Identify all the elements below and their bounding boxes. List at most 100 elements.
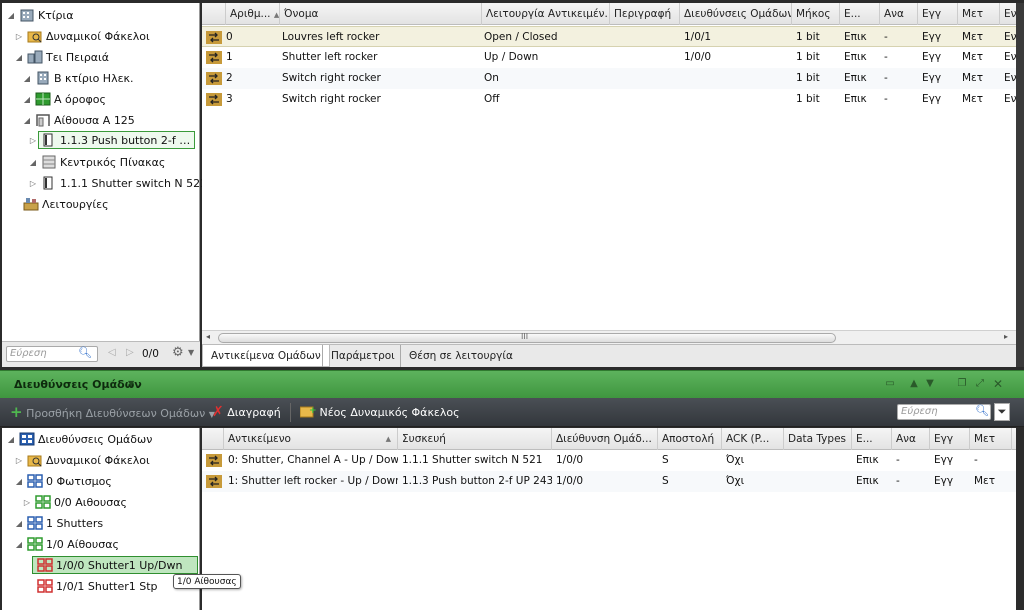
gear-icon[interactable]: ⚙ bbox=[172, 345, 184, 360]
expand-arrow-icon[interactable]: ▷ bbox=[22, 498, 32, 507]
collapse-arrow-icon[interactable]: ◢ bbox=[22, 116, 32, 125]
tree-item-central-panel[interactable]: ◢ Κεντρικός Πίνακας bbox=[28, 152, 165, 172]
scrollbar-thumb[interactable]: III bbox=[218, 332, 836, 343]
close-icon[interactable]: ✕ bbox=[992, 378, 1004, 390]
delete-x-icon: ✗ bbox=[212, 404, 224, 420]
tree-item-dynamic-folders[interactable]: ▷ Δυναμικοί Φάκελοι bbox=[14, 26, 150, 46]
column-header-w[interactable]: Εγγ bbox=[930, 428, 970, 450]
column-header-object[interactable]: Αντικείμενο ▲ bbox=[224, 428, 398, 450]
tree-item-label: Δυναμικοί Φάκελοι bbox=[46, 453, 150, 467]
search-icon[interactable]: 🔍︎ bbox=[78, 346, 92, 359]
expand-arrow-icon[interactable]: ▷ bbox=[14, 456, 24, 465]
collapse-arrow-icon[interactable]: ◢ bbox=[14, 53, 24, 62]
tree-item-floor-a[interactable]: ◢ Α όροφος bbox=[22, 89, 106, 109]
column-header-ack[interactable]: ACK (P... bbox=[722, 428, 784, 450]
column-header-length[interactable]: Μήκος bbox=[792, 3, 840, 25]
column-header-c[interactable]: Ε... bbox=[840, 3, 880, 25]
column-header-u[interactable]: Ενη bbox=[1000, 3, 1016, 25]
column-header-w[interactable]: Εγγ bbox=[918, 3, 958, 25]
chevron-down-icon[interactable]: ▼ bbox=[188, 348, 194, 357]
dynamic-folder-icon bbox=[27, 29, 43, 43]
window-float-icon[interactable]: ▭ bbox=[884, 378, 896, 390]
restore-icon[interactable]: ❐ bbox=[956, 378, 968, 390]
tab-parameters[interactable]: Παράμετροι bbox=[322, 345, 403, 367]
tree-item-label: Αίθουσα Α 125 bbox=[54, 113, 135, 127]
tree-item-tei-piraeus[interactable]: ◢ Τει Πειραιά bbox=[14, 47, 109, 67]
collapse-arrow-icon[interactable]: ◢ bbox=[28, 158, 38, 167]
delete-button[interactable]: ✗ Διαγραφή bbox=[212, 398, 281, 427]
collapse-arrow-icon[interactable]: ◢ bbox=[6, 435, 16, 444]
buildings-tree[interactable]: ◢ Κτίρια ▷ Δυναμικοί Φάκελοι ◢ Τει Πειρα… bbox=[2, 3, 207, 367]
column-header-t[interactable]: Μετ bbox=[958, 3, 1000, 25]
horizontal-scrollbar[interactable]: ◂ III ▸ bbox=[202, 330, 1016, 344]
tree-item-buildings[interactable]: ◢ Κτίρια bbox=[6, 5, 74, 25]
tree-item-main-group-shutters[interactable]: ◢ 1 Shutters bbox=[14, 513, 103, 533]
tree-item-middle-group-0-0[interactable]: ▷ 0/0 Αιθουσας bbox=[22, 492, 127, 512]
column-header-object-function[interactable]: Λειτουργία Αντικειμέν... bbox=[482, 3, 610, 25]
group-addresses-tree[interactable]: ◢ Διευθύνσεις Ομάδων ▷ Δυναμικοί Φάκελοι… bbox=[2, 428, 200, 610]
tree-item-middle-group-1-0[interactable]: ◢ 1/0 Αίθουσας bbox=[14, 534, 119, 554]
column-header-number[interactable]: Αριθμ... ▲ bbox=[226, 3, 280, 25]
previous-icon[interactable]: ◁ bbox=[108, 347, 116, 358]
tree-item-room-a125[interactable]: ◢ Αίθουσα Α 125 bbox=[22, 110, 135, 130]
collapse-arrow-icon[interactable]: ◢ bbox=[14, 540, 24, 549]
collapse-arrow-icon[interactable]: ◢ bbox=[6, 11, 16, 20]
cell-flag-t: Μετ bbox=[962, 31, 984, 43]
column-header-group-addresses[interactable]: Διευθύνσεις Ομάδων bbox=[680, 3, 792, 25]
tree-item-group-addresses[interactable]: ◢ Διευθύνσεις Ομάδων bbox=[6, 429, 152, 449]
panel-title[interactable]: Διευθύνσεις Ομάδων bbox=[14, 378, 142, 391]
new-dynamic-folder-button[interactable]: + Νέος Δυναμικός Φάκελος bbox=[299, 398, 460, 427]
table-row[interactable]: 1 Shutter left rocker Up / Down 1/0/0 1 … bbox=[202, 47, 1016, 68]
chevron-down-icon[interactable]: ▼ bbox=[128, 379, 134, 388]
table-row[interactable]: 1: Shutter left rocker - Up / Down 1.1.3… bbox=[202, 471, 1016, 492]
column-header-name[interactable]: Όνομα bbox=[280, 3, 482, 25]
tree-item-push-button-device[interactable]: ▷ 1.1.3 Push button 2-f UP 2... bbox=[28, 130, 195, 150]
scroll-right-icon[interactable]: ▸ bbox=[1004, 332, 1008, 341]
selected-tree-item[interactable]: 1/0/0 Shutter1 Up/Dwn bbox=[32, 556, 198, 574]
tab-commissioning[interactable]: Θέση σε λειτουργία bbox=[400, 345, 521, 367]
expand-arrow-icon[interactable]: ▷ bbox=[28, 136, 38, 145]
selected-tree-item[interactable]: 1.1.3 Push button 2-f UP 2... bbox=[38, 131, 195, 149]
collapse-arrow-icon[interactable]: ◢ bbox=[22, 74, 32, 83]
column-header-t[interactable]: Μετ bbox=[970, 428, 1012, 450]
collapse-arrow-icon[interactable]: ◢ bbox=[14, 477, 24, 486]
collapse-arrow-icon[interactable]: ◢ bbox=[14, 519, 24, 528]
column-header-description[interactable]: Περιγραφή bbox=[610, 3, 680, 25]
tree-item-label: Λειτουργίες bbox=[42, 197, 109, 211]
scroll-left-icon[interactable]: ◂ bbox=[206, 332, 210, 341]
cell-flag-c: Επικ bbox=[844, 51, 867, 63]
expand-arrow-icon[interactable]: ▷ bbox=[28, 179, 38, 188]
tree-item-shutter-switch-device[interactable]: ▷ 1.1.1 Shutter switch N 521 bbox=[28, 173, 207, 193]
column-header-r[interactable]: Ανα bbox=[892, 428, 930, 450]
table-row[interactable]: 3 Switch right rocker Off 1 bit Επικ - Ε… bbox=[202, 89, 1016, 110]
grid-header: Αριθμ... ▲ Όνομα Λειτουργία Αντικειμέν..… bbox=[202, 3, 1016, 25]
collapse-arrow-icon[interactable]: ◢ bbox=[22, 95, 32, 104]
column-header-group-address[interactable]: Διεύθυνση Ομάδ... bbox=[552, 428, 658, 450]
column-header-device[interactable]: Συσκευή bbox=[398, 428, 552, 450]
table-row[interactable]: 0: Shutter, Channel A - Up / Down 1.1.1 … bbox=[202, 450, 1016, 471]
tree-item-group-address-1-0-0[interactable]: 1/0/0 Shutter1 Up/Dwn bbox=[32, 555, 198, 575]
move-down-icon[interactable]: ▼ bbox=[924, 378, 936, 390]
column-header-data-types[interactable]: Data Types bbox=[784, 428, 852, 450]
tree-item-main-group-lighting[interactable]: ◢ 0 Φωτισμος bbox=[14, 471, 112, 491]
expand-arrow-icon[interactable]: ▷ bbox=[14, 32, 24, 41]
table-row[interactable]: 2 Switch right rocker On 1 bit Επικ - Εγ… bbox=[202, 68, 1016, 89]
tree-item-functions[interactable]: Λειτουργίες bbox=[20, 194, 109, 214]
tab-group-objects[interactable]: Αντικείμενα Ομάδων bbox=[202, 345, 330, 367]
tree-item-label: 0 Φωτισμος bbox=[46, 474, 112, 488]
next-icon[interactable]: ▷ bbox=[126, 347, 134, 358]
building-icon bbox=[19, 8, 35, 22]
tree-item-group-address-1-0-1[interactable]: 1/0/1 Shutter1 Stp bbox=[32, 576, 158, 596]
maximize-icon[interactable]: ⤢ bbox=[974, 378, 986, 390]
add-group-address-button[interactable]: + Προσθήκη Διευθύνσεων Ομάδων ▼ bbox=[10, 398, 215, 427]
filter-icon[interactable]: ⏷ bbox=[994, 403, 1010, 421]
tree-item-dynamic-folders[interactable]: ▷ Δυναμικοί Φάκελοι bbox=[14, 450, 150, 470]
table-row[interactable]: 0 Louvres left rocker Open / Closed 1/0/… bbox=[202, 26, 1016, 47]
tree-item-building-b[interactable]: ◢ Β κτίριο Ηλεκ. bbox=[22, 68, 134, 88]
search-icon[interactable]: 🔍︎ bbox=[975, 404, 989, 417]
move-up-icon[interactable]: ▲ bbox=[908, 378, 920, 390]
column-header-send[interactable]: Αποστολή bbox=[658, 428, 722, 450]
cell-flag-r: - bbox=[896, 475, 900, 487]
column-header-c[interactable]: Ε... bbox=[852, 428, 892, 450]
column-header-r[interactable]: Ανα bbox=[880, 3, 918, 25]
